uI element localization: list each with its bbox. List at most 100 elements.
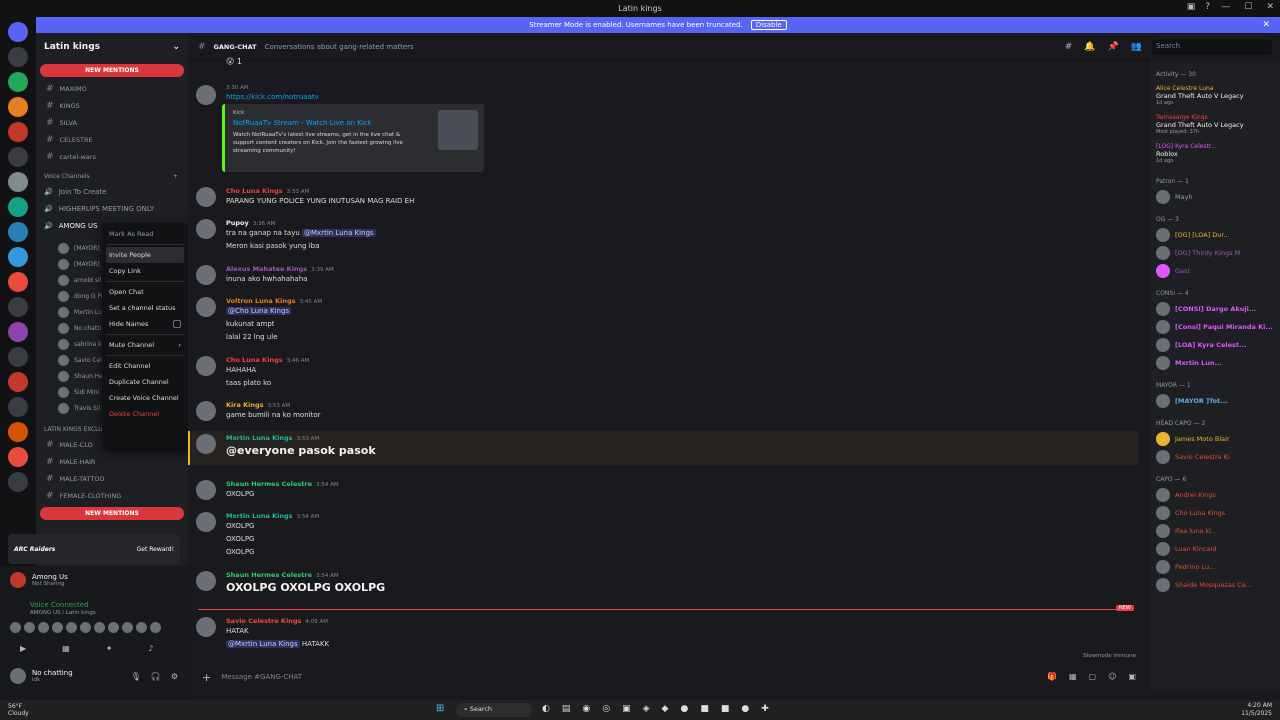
user-info[interactable]: No chatting idk <box>10 668 73 684</box>
member-item[interactable]: [Consi] Paqui Miranda Ki... <box>1150 318 1280 336</box>
avatar[interactable] <box>52 622 63 633</box>
member-item[interactable]: Andrei Kings <box>1150 486 1280 504</box>
edge-icon[interactable]: ◎ <box>602 704 610 714</box>
voice-channel-higherups[interactable]: 🔊 HIGHERUPS MEETING ONLY <box>36 200 188 217</box>
menu-open-chat[interactable]: Open Chat <box>106 284 184 300</box>
voice-channel-name[interactable]: AMONG US / Latin kings <box>30 610 96 616</box>
minimize-button[interactable]: — <box>1221 2 1230 12</box>
hide-names-checkbox[interactable] <box>173 320 181 328</box>
message-author[interactable]: Mxrtin Luna Kings 3:54 AM <box>226 512 319 520</box>
banner-close-icon[interactable]: ✕ <box>1262 20 1270 30</box>
headphones-icon[interactable]: 🎧 <box>151 672 161 681</box>
message-author[interactable]: Shaun Hermes Celestre 3:54 AM <box>226 480 339 488</box>
avatar[interactable] <box>196 617 216 637</box>
discord-icon[interactable]: ● <box>680 704 688 714</box>
member-item[interactable]: [LOA] Kyra Celest... <box>1150 336 1280 354</box>
avatar[interactable] <box>80 622 91 633</box>
home-button[interactable] <box>8 22 28 42</box>
plus-icon[interactable]: + <box>202 671 211 684</box>
spotify-icon[interactable]: ● <box>741 704 749 714</box>
server-icon[interactable] <box>8 97 28 117</box>
members-icon[interactable]: 👥 <box>1131 42 1142 52</box>
store-icon[interactable]: ▣ <box>622 704 631 714</box>
menu-mark-as-read[interactable]: Mark As Read <box>106 226 184 242</box>
menu-create-voice-channel[interactable]: Create Voice Channel <box>106 390 184 406</box>
close-button[interactable]: ✕ <box>1266 2 1274 12</box>
disable-streamer-button[interactable]: Disable <box>750 20 787 30</box>
app-icon[interactable]: ◐ <box>542 704 550 714</box>
message-author[interactable]: Shaun Hermes Celestre 3:54 AM <box>226 571 385 579</box>
activity-card[interactable]: Twinsaarge Kings Grand Theft Auto V Lega… <box>1150 110 1280 139</box>
embed-thumbnail[interactable] <box>438 110 478 150</box>
message-author[interactable]: Pupoy 3:36 AM <box>226 219 376 227</box>
get-reward-button[interactable]: Get Reward! <box>137 546 174 553</box>
channel-male-tattoo[interactable]: # MALE-TATTOO <box>36 470 188 487</box>
activity-icon[interactable]: ✦ <box>106 644 113 653</box>
avatar[interactable] <box>196 480 216 500</box>
system-clock[interactable]: 4:20 AM 11/5/2025 <box>1241 702 1272 718</box>
server-icon[interactable] <box>8 147 28 167</box>
member-item[interactable]: Savio Celestre Ki <box>1150 448 1280 466</box>
member-item[interactable]: James Moto Blair <box>1150 430 1280 448</box>
message-author[interactable]: Alexus Mahatee Kings 3:39 AM <box>226 265 334 273</box>
inbox-icon[interactable]: ▣ <box>1187 2 1196 12</box>
app-icon[interactable]: ◆ <box>662 704 669 714</box>
avatar[interactable] <box>108 622 119 633</box>
avatar[interactable] <box>196 356 216 376</box>
member-item[interactable]: Pedrino Lu... <box>1150 558 1280 576</box>
app-icon[interactable]: ◈ <box>643 704 650 714</box>
menu-invite-people[interactable]: Invite People <box>106 247 184 263</box>
menu-edit-channel[interactable]: Edit Channel <box>106 358 184 374</box>
member-item[interactable]: Shaide Mosquezas Ce... <box>1150 576 1280 594</box>
menu-set-channel-status[interactable]: Set a channel status <box>106 300 184 316</box>
start-button[interactable]: ⊞ <box>436 703 444 714</box>
server-icon[interactable] <box>8 222 28 242</box>
avatar[interactable] <box>196 297 216 317</box>
channel-kings[interactable]: # KINGS <box>36 97 188 114</box>
message-author[interactable]: Kira Kings 3:53 AM <box>226 401 321 409</box>
new-mentions-pill-bottom[interactable]: NEW MENTIONS <box>40 507 184 520</box>
avatar[interactable] <box>196 219 216 239</box>
avatar[interactable] <box>38 622 49 633</box>
server-icon[interactable] <box>8 372 28 392</box>
channel-topic[interactable]: Conversations about gang-related matters <box>265 43 414 51</box>
server-icon[interactable] <box>8 197 28 217</box>
maximize-button[interactable]: ☐ <box>1244 2 1252 12</box>
server-icon[interactable] <box>8 172 28 192</box>
message-author[interactable]: Voltron Luna Kings 3:45 AM <box>226 297 322 305</box>
avatar[interactable] <box>196 187 216 207</box>
activity-card[interactable]: Alice Celestre Luna Grand Theft Auto V L… <box>1150 81 1280 110</box>
browser-icon[interactable]: ◉ <box>582 704 590 714</box>
server-icon[interactable] <box>8 422 28 442</box>
app-icon[interactable]: ■ <box>721 704 730 714</box>
app-icon[interactable]: ■ <box>700 704 709 714</box>
member-item[interactable]: Luan Kincaid <box>1150 540 1280 558</box>
search-input[interactable]: Search <box>1152 39 1272 55</box>
member-item[interactable]: [OG] Thirdy Kings M <box>1150 244 1280 262</box>
server-icon[interactable] <box>8 297 28 317</box>
avatar[interactable] <box>196 85 216 105</box>
message-author[interactable]: Cho Luna Kings 3:46 AM <box>226 356 309 364</box>
reaction[interactable]: 😮 1 <box>226 57 242 66</box>
gif-icon[interactable]: ▦ <box>1069 672 1077 681</box>
message-input[interactable]: Message #GANG-CHAT <box>221 673 302 681</box>
channel-silva[interactable]: # SILVA <box>36 114 188 131</box>
sticker-icon[interactable]: ▢ <box>1089 672 1097 681</box>
soundboard-icon[interactable]: ♪ <box>148 644 153 653</box>
taskbar-search[interactable]: ⌕ Search <box>456 703 532 717</box>
member-item[interactable]: [OG] [LOA] Dur... <box>1150 226 1280 244</box>
user-mention[interactable]: @Cho Luna Kings <box>226 307 292 315</box>
avatar[interactable] <box>94 622 105 633</box>
server-icon[interactable] <box>8 322 28 342</box>
threads-icon[interactable]: # <box>1065 42 1073 52</box>
channel-cartel-wars[interactable]: # cartel-wars <box>36 148 188 165</box>
voice-channel-join[interactable]: 🔊 Join To Create <box>36 183 188 200</box>
avatar[interactable] <box>196 434 216 454</box>
gear-icon[interactable]: ⚙ <box>171 672 178 681</box>
notification-bell-icon[interactable]: 🔔 <box>1084 42 1095 52</box>
activity-card[interactable]: [LOG] Kyra Celestr... Roblox 1d ago <box>1150 139 1280 168</box>
new-mentions-pill[interactable]: NEW MENTIONS <box>40 64 184 77</box>
pin-icon[interactable]: 📌 <box>1108 42 1119 52</box>
message-author[interactable]: Savio Celestre Kings 4:09 AM <box>226 617 329 625</box>
weather-widget[interactable]: 56°F Cloudy <box>8 703 29 717</box>
